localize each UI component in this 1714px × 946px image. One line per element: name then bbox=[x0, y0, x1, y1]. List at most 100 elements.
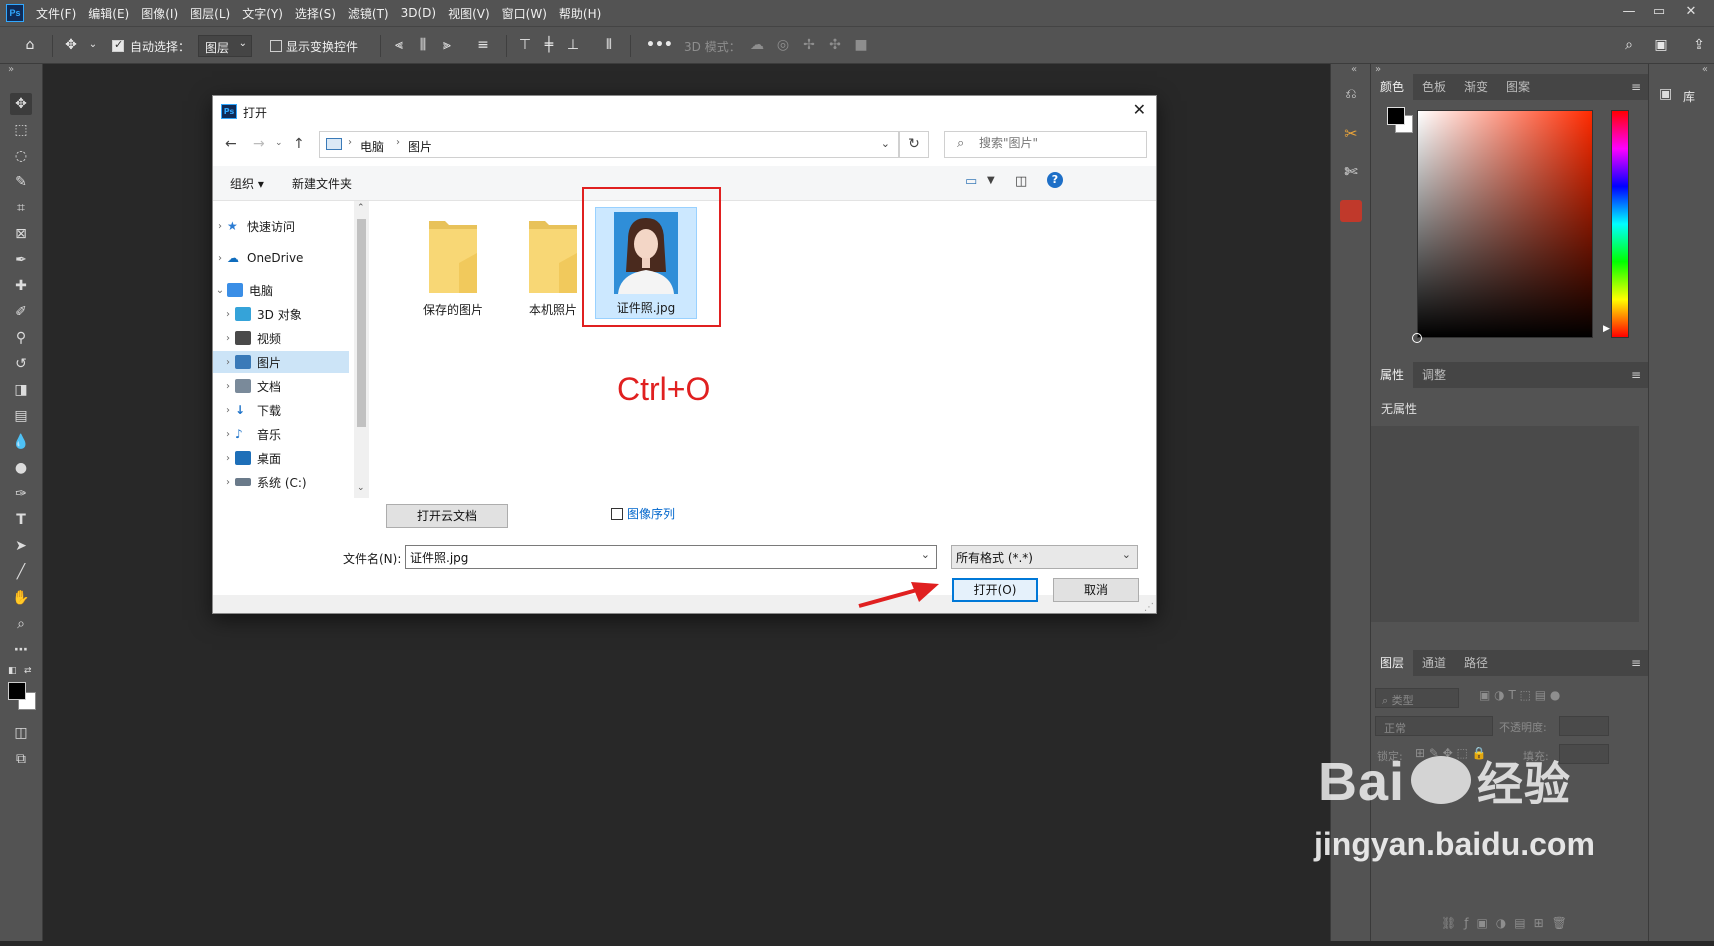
menu-select[interactable]: 选择(S) bbox=[295, 5, 336, 22]
back-arrow-icon[interactable]: ← bbox=[225, 136, 237, 152]
open-button[interactable]: 打开(O) bbox=[952, 578, 1038, 602]
align-top-icon[interactable]: ⊤ bbox=[516, 36, 534, 54]
tab-gradients[interactable]: 渐变 bbox=[1455, 74, 1497, 100]
tree-item-pictures[interactable]: › 图片 bbox=[213, 351, 349, 373]
filename-input[interactable]: 证件照.jpg ⌄ bbox=[405, 545, 937, 569]
menu-file[interactable]: 文件(F) bbox=[36, 5, 76, 22]
distribute-icon[interactable]: ≡ bbox=[474, 36, 492, 54]
marquee-tool-icon[interactable]: ⬚ bbox=[10, 119, 32, 141]
default-colors-icon[interactable]: ◧ bbox=[8, 666, 18, 676]
align-bottom-icon[interactable]: ⊥ bbox=[564, 36, 582, 54]
foreground-color-swatch[interactable] bbox=[8, 682, 26, 700]
eraser-tool-icon[interactable]: ◨ bbox=[10, 379, 32, 401]
tree-item-videos[interactable]: › 视频 bbox=[213, 327, 349, 349]
folder-saved-pictures[interactable]: 保存的图片 bbox=[403, 213, 503, 323]
image-sequence-label[interactable]: 图像序列 bbox=[627, 505, 675, 522]
blur-tool-icon[interactable]: 💧 bbox=[10, 431, 32, 453]
nav-scrollbar-thumb[interactable] bbox=[357, 219, 366, 427]
plugin-icon[interactable] bbox=[1340, 200, 1362, 222]
quick-select-tool-icon[interactable]: ✎ bbox=[10, 171, 32, 193]
image-sequence-checkbox[interactable] bbox=[611, 508, 623, 520]
breadcrumb-computer[interactable]: 电脑 bbox=[360, 138, 384, 155]
layer-filter-icons[interactable]: ▣ ◑ T ⬚ ▤ ● bbox=[1479, 688, 1560, 702]
tree-item-computer[interactable]: ⌄ 电脑 bbox=[213, 279, 349, 301]
swap-colors-icon[interactable]: ⇄ bbox=[24, 666, 34, 676]
tab-swatches[interactable]: 色板 bbox=[1413, 74, 1455, 100]
hue-slider[interactable] bbox=[1611, 110, 1629, 338]
preview-pane-icon[interactable]: ◫ bbox=[1015, 174, 1027, 189]
color-fg-swatch[interactable] bbox=[1387, 107, 1405, 125]
show-transform-checkbox[interactable] bbox=[270, 40, 282, 52]
address-dropdown-icon[interactable]: ⌄ bbox=[881, 137, 890, 150]
path-select-tool-icon[interactable]: ➤ bbox=[10, 535, 32, 557]
collapse-strip-icon[interactable]: « bbox=[1351, 64, 1357, 75]
search-box[interactable]: ⌕ bbox=[944, 131, 1147, 158]
eyedropper-tool-icon[interactable]: ✒ bbox=[10, 249, 32, 271]
cancel-button[interactable]: 取消 bbox=[1053, 578, 1139, 602]
brush-presets-icon[interactable]: ✄ bbox=[1340, 162, 1362, 184]
healing-brush-tool-icon[interactable]: ✚ bbox=[10, 275, 32, 297]
blend-mode-select[interactable]: 正常 bbox=[1375, 716, 1493, 736]
share-icon[interactable]: ⇪ bbox=[1690, 36, 1708, 54]
brush-tool-icon[interactable]: ✐ bbox=[10, 301, 32, 323]
tab-layers[interactable]: 图层 bbox=[1371, 650, 1414, 676]
recent-dropdown-icon[interactable]: ⌄ bbox=[275, 138, 283, 148]
tab-properties[interactable]: 属性 bbox=[1371, 362, 1414, 388]
tab-adjustments[interactable]: 调整 bbox=[1413, 362, 1455, 388]
layer-actions-icons[interactable]: ⛓ƒ▣◑▤⊞🗑 bbox=[1441, 916, 1575, 930]
auto-select-checkbox[interactable] bbox=[112, 38, 124, 52]
collapse-icon[interactable]: » bbox=[8, 64, 14, 75]
zoom-tool-icon[interactable]: ⌕ bbox=[10, 613, 32, 635]
menu-filter[interactable]: 滤镜(T) bbox=[348, 5, 389, 22]
chevron-down-icon[interactable]: ⌄ bbox=[84, 36, 102, 54]
view-options-icon[interactable]: ▭ bbox=[965, 174, 977, 189]
tree-item-system-drive[interactable]: › 系统 (C:) bbox=[213, 471, 349, 493]
nav-scrollbar[interactable]: ⌃ ⌄ bbox=[354, 201, 369, 498]
tree-item-music[interactable]: › ♪ 音乐 bbox=[213, 423, 349, 445]
panel-menu-icon[interactable]: ≡ bbox=[1631, 80, 1641, 94]
tab-color[interactable]: 颜色 bbox=[1371, 74, 1414, 100]
pan-3d-icon[interactable]: ✢ bbox=[800, 36, 818, 54]
home-icon[interactable]: ⌂ bbox=[21, 36, 39, 54]
more-tools-icon[interactable]: ⋯ bbox=[10, 639, 32, 661]
workspace-icon[interactable]: ▣ bbox=[1652, 36, 1670, 54]
refresh-icon[interactable]: ↻ bbox=[899, 131, 929, 158]
distribute-vertical-icon[interactable]: ⦀ bbox=[600, 36, 618, 54]
maximize-icon[interactable]: ▭ bbox=[1646, 2, 1672, 22]
menu-edit[interactable]: 编辑(E) bbox=[88, 5, 129, 22]
tab-channels[interactable]: 通道 bbox=[1413, 650, 1455, 676]
color-picker-cursor[interactable] bbox=[1412, 333, 1422, 343]
history-panel-icon[interactable]: ⎌ bbox=[1340, 86, 1362, 108]
align-left-icon[interactable]: ⫷ bbox=[390, 36, 408, 54]
organize-button[interactable]: 组织 ▾ bbox=[230, 175, 264, 192]
menu-help[interactable]: 帮助(H) bbox=[559, 5, 601, 22]
file-type-dropdown-icon[interactable]: ⌄ bbox=[1122, 548, 1131, 561]
dodge-tool-icon[interactable]: ● bbox=[10, 457, 32, 479]
auto-select-target-select[interactable]: 图层 ⌄ bbox=[198, 35, 252, 57]
quick-mask-icon[interactable]: ◫ bbox=[10, 722, 32, 744]
screen-mode-icon[interactable]: ⧉ bbox=[10, 748, 32, 770]
tab-patterns[interactable]: 图案 bbox=[1497, 74, 1539, 100]
forward-arrow-icon[interactable]: → bbox=[253, 136, 265, 152]
slide-3d-icon[interactable]: ✣ bbox=[826, 36, 844, 54]
new-folder-button[interactable]: 新建文件夹 bbox=[292, 175, 352, 192]
history-brush-tool-icon[interactable]: ↺ bbox=[10, 353, 32, 375]
hue-slider-handle-icon[interactable]: ▶ bbox=[1603, 324, 1610, 334]
dialog-close-icon[interactable]: ✕ bbox=[1133, 100, 1146, 119]
breadcrumb-pictures[interactable]: 图片 bbox=[408, 138, 432, 155]
tree-item-desktop[interactable]: › 桌面 bbox=[213, 447, 349, 469]
up-arrow-icon[interactable]: ↑ bbox=[293, 136, 305, 152]
search-icon[interactable]: ⌕ bbox=[1620, 36, 1638, 54]
menu-3d[interactable]: 3D(D) bbox=[401, 6, 436, 20]
tree-item-onedrive[interactable]: › ☁ OneDrive bbox=[213, 247, 349, 269]
tree-item-downloads[interactable]: › ↓ 下载 bbox=[213, 399, 349, 421]
menu-window[interactable]: 窗口(W) bbox=[502, 5, 547, 22]
layer-filter-select[interactable]: ⌕ 类型 bbox=[1375, 688, 1459, 708]
lasso-tool-icon[interactable]: ◌ bbox=[10, 145, 32, 167]
minimize-icon[interactable]: — bbox=[1616, 2, 1642, 22]
tools-presets-icon[interactable]: ✂ bbox=[1340, 124, 1362, 146]
layers-menu-icon[interactable]: ≡ bbox=[1631, 656, 1641, 670]
align-center-icon[interactable]: ⫼ bbox=[414, 36, 432, 54]
collapse-library-icon[interactable]: « bbox=[1702, 64, 1708, 75]
resize-grip-icon[interactable]: ⋰ bbox=[1144, 602, 1154, 613]
